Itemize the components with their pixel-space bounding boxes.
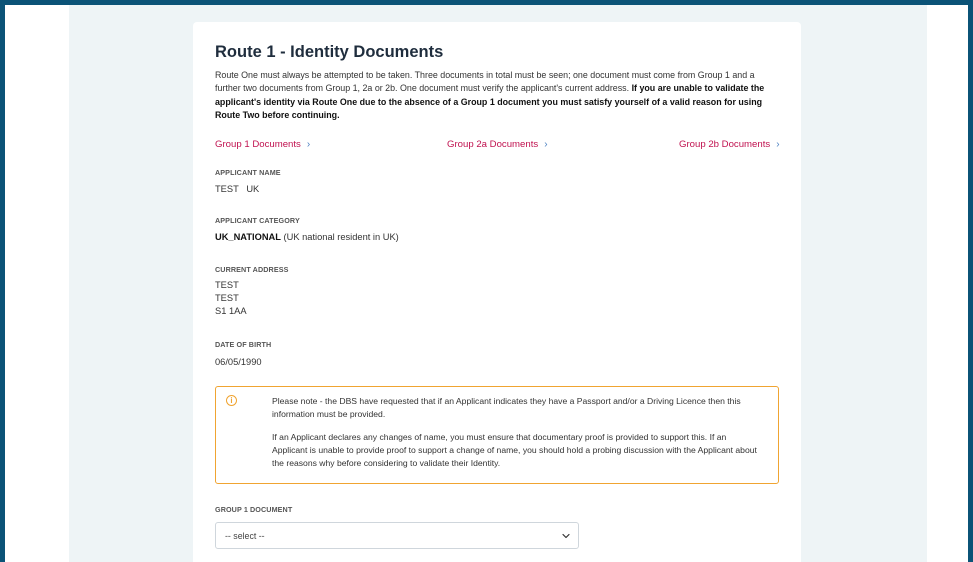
- applicant-name-label: APPLICANT NAME: [215, 168, 281, 177]
- group-2b-documents-label: Group 2b Documents: [679, 139, 771, 150]
- notice-text: Please note - the DBS have requested tha…: [272, 395, 760, 480]
- applicant-category-label: APPLICANT CATEGORY: [215, 216, 300, 225]
- notice-paragraph-2: If an Applicant declares any changes of …: [272, 432, 757, 468]
- info-icon: i: [226, 395, 237, 406]
- chevron-right-icon: ›: [306, 139, 311, 150]
- page-title: Route 1 - Identity Documents: [215, 43, 444, 61]
- notice-paragraph-1: Please note - the DBS have requested tha…: [272, 396, 741, 419]
- chevron-down-icon: [562, 533, 570, 539]
- applicant-category-value: UK_NATIONAL (UK national resident in UK): [215, 231, 399, 244]
- address-line-1: TEST: [215, 280, 239, 290]
- applicant-category-code: UK_NATIONAL: [215, 232, 281, 242]
- current-address-value: TEST TEST S1 1AA: [215, 279, 247, 317]
- chevron-right-icon: ›: [544, 139, 548, 150]
- applicant-name-value: TEST UK: [215, 184, 260, 194]
- group-1-document-label: GROUP 1 DOCUMENT: [215, 505, 293, 514]
- group-1-documents-label: Group 1 Documents: [215, 139, 301, 150]
- intro-text: Route One must always be attempted to be…: [215, 69, 781, 123]
- group-1-documents-link[interactable]: Group 1 Documents ›: [215, 139, 310, 150]
- date-of-birth-value: 06/05/1990: [215, 357, 262, 367]
- group-2a-documents-label: Group 2a Documents: [447, 139, 539, 150]
- group-1-document-select[interactable]: -- select --: [215, 522, 579, 549]
- date-of-birth-label: DATE OF BIRTH: [215, 340, 272, 349]
- notice-box: i Please note - the DBS have requested t…: [215, 386, 779, 484]
- current-address-label: CURRENT ADDRESS: [215, 265, 289, 274]
- applicant-category-desc: (UK national resident in UK): [280, 232, 399, 242]
- group-1-document-selected: -- select --: [225, 531, 265, 541]
- address-line-2: TEST: [215, 292, 239, 303]
- group-2b-documents-link[interactable]: Group 2b Documents ›: [679, 139, 780, 150]
- chevron-right-icon: ›: [776, 139, 780, 150]
- address-line-3: S1 1AA: [215, 305, 247, 316]
- group-2a-documents-link[interactable]: Group 2a Documents ›: [447, 139, 548, 150]
- identity-documents-card: Route 1 - Identity Documents Route One m…: [193, 22, 801, 562]
